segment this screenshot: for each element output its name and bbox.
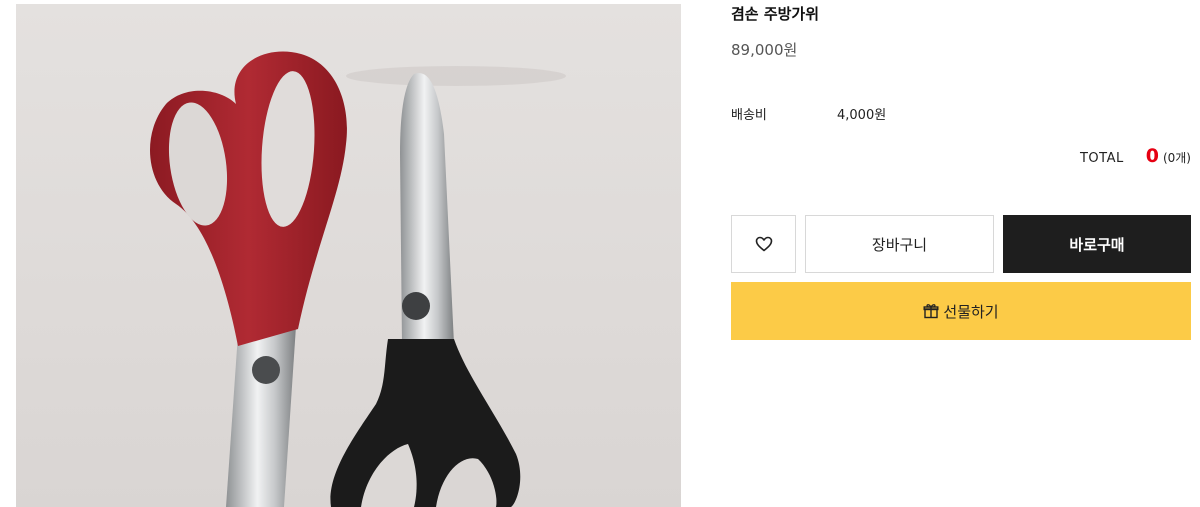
- heart-icon: [755, 236, 772, 252]
- add-to-cart-label: 장바구니: [871, 235, 928, 254]
- total-count: (0개): [1162, 151, 1191, 165]
- black-scissors-pivot: [402, 292, 430, 320]
- product-image: [16, 4, 681, 507]
- buy-now-label: 바로구매: [1069, 235, 1125, 254]
- gift-icon: [923, 303, 939, 319]
- total-label: TOTAL: [1079, 151, 1124, 166]
- gift-label: 선물하기: [943, 302, 999, 321]
- product-price: 89,000원: [731, 41, 798, 59]
- add-to-cart-button[interactable]: 장바구니: [805, 215, 994, 273]
- shipping-label: 배송비: [731, 108, 767, 123]
- red-scissors-pivot: [252, 356, 280, 384]
- wishlist-button[interactable]: [731, 215, 796, 273]
- total-amount: 0: [1145, 145, 1159, 167]
- kitchen-scissors-illustration: [149, 51, 566, 507]
- product-title: 겸손 주방가위: [731, 5, 820, 23]
- shipping-fee: 4,000원: [837, 108, 887, 123]
- buy-now-button[interactable]: 바로구매: [1003, 215, 1191, 273]
- total-summary: TOTAL 0 (0개): [1080, 145, 1191, 167]
- gift-button[interactable]: 선물하기: [731, 282, 1191, 340]
- red-scissors-blade: [226, 326, 296, 507]
